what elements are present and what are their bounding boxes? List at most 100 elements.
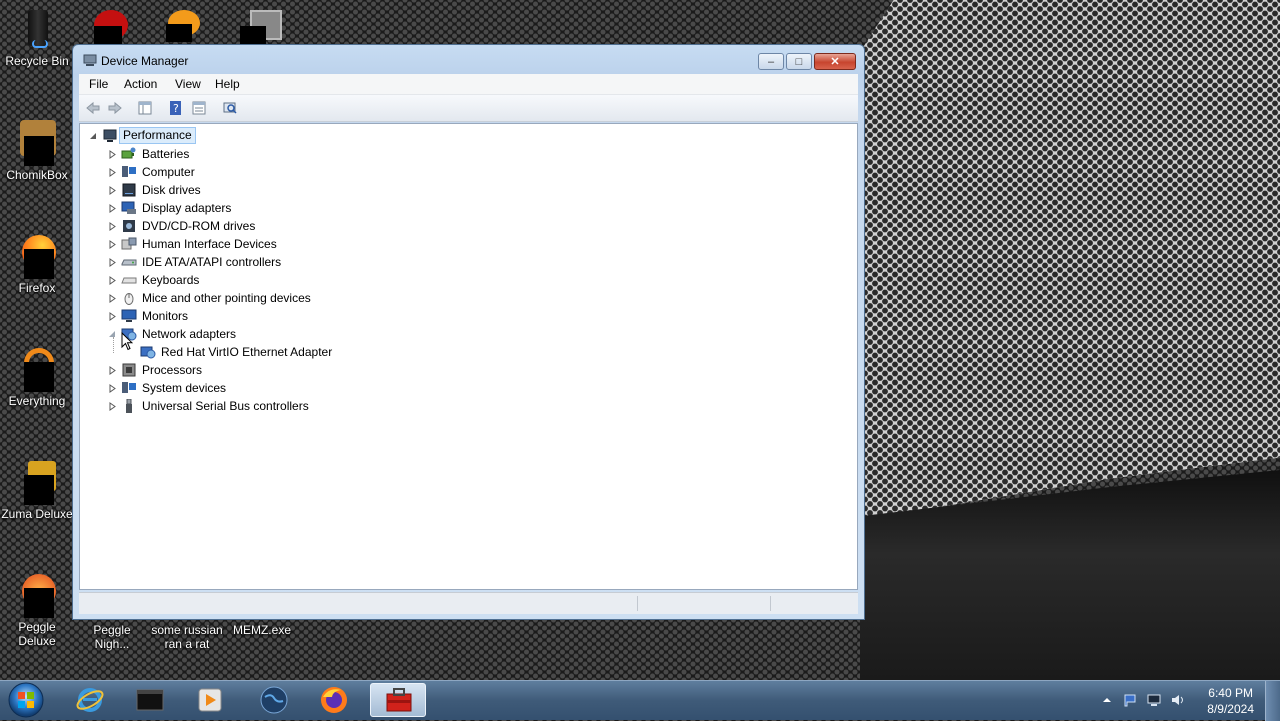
desktop-icon-top-3[interactable] <box>160 6 210 44</box>
menu-file[interactable]: File <box>89 77 108 91</box>
desktop-icon-everything[interactable]: Everything <box>0 346 74 408</box>
action-center-flag-icon[interactable] <box>1123 693 1137 707</box>
window-title: Device Manager <box>101 54 189 68</box>
system-clock[interactable]: 6:40 PM 8/9/2024 <box>1207 685 1254 717</box>
desktop-icon-peggle-nights[interactable]: Peggle Nigh... <box>76 623 148 651</box>
back-icon[interactable] <box>85 100 101 116</box>
tree-root-label: Performance <box>119 127 196 144</box>
expand-arrow-icon[interactable] <box>108 276 117 285</box>
keyboard-icon <box>121 277 137 284</box>
network-icon[interactable] <box>1147 693 1161 707</box>
monitor-icon <box>121 309 137 322</box>
desktop-icon-zuma-deluxe[interactable]: Zuma Deluxe <box>0 459 74 521</box>
system-device-icon <box>122 382 136 393</box>
taskbar-firefox[interactable] <box>306 683 362 717</box>
taskbar: 6:40 PM 8/9/2024 <box>0 680 1280 721</box>
device-manager-icon <box>83 54 97 66</box>
desktop-icon-peggle-deluxe[interactable]: Peggle Deluxe <box>0 572 74 648</box>
tree-node[interactable]: Batteries <box>80 145 380 163</box>
internet-explorer-icon <box>76 688 104 712</box>
expand-arrow-icon[interactable] <box>108 402 117 411</box>
expand-arrow-icon[interactable] <box>108 204 117 213</box>
expand-arrow-icon[interactable] <box>108 240 117 249</box>
menu-action[interactable]: Action <box>124 77 157 91</box>
scan-hardware-icon[interactable] <box>222 100 238 116</box>
everything-icon <box>14 346 60 392</box>
disk-drive-icon <box>122 183 136 197</box>
usb-icon <box>126 399 132 413</box>
taskbar-globe[interactable] <box>246 683 302 717</box>
expand-arrow-icon[interactable] <box>108 294 117 303</box>
expand-arrow-icon[interactable] <box>108 312 117 321</box>
volume-icon[interactable] <box>1171 693 1185 707</box>
desktop-icon-recycle-bin[interactable]: Recycle Bin <box>0 6 74 68</box>
desktop-icon-memz[interactable]: MEMZ.exe <box>226 623 298 637</box>
show-desktop-button[interactable] <box>1265 681 1280 721</box>
tree-node[interactable]: Computer <box>80 163 380 181</box>
status-bar <box>79 592 858 614</box>
desktop-icon-chomikbox[interactable]: ChomikBox <box>0 120 74 182</box>
properties-icon[interactable] <box>191 100 207 116</box>
tree-node[interactable]: Display adapters <box>80 199 380 217</box>
firefox-icon <box>321 687 347 713</box>
tree-root[interactable]: Performance <box>80 127 340 145</box>
mouse-cursor-icon <box>121 332 133 351</box>
tree-node[interactable]: System devices <box>80 379 380 397</box>
svg-text:?: ? <box>173 102 179 115</box>
tree-node[interactable]: Keyboards <box>80 271 380 289</box>
computer-icon <box>122 166 136 177</box>
expand-arrow-icon[interactable] <box>108 366 117 375</box>
close-button[interactable]: ✕ <box>814 53 856 70</box>
tree-node[interactable]: Human Interface Devices <box>80 235 380 253</box>
peggle-icon <box>14 572 60 618</box>
expand-arrow-icon[interactable] <box>108 150 117 159</box>
network-adapter-icon <box>140 346 156 359</box>
menu-view[interactable]: View <box>175 77 201 91</box>
firefox-icon <box>14 233 60 279</box>
tree-node[interactable]: Mice and other pointing devices <box>80 289 380 307</box>
computer-icon <box>103 129 117 142</box>
tree-node[interactable]: IDE ATA/ATAPI controllers <box>80 253 380 271</box>
taskbar-device-manager[interactable] <box>370 683 426 717</box>
toolbar: ? <box>79 95 858 122</box>
desktop-icon-russian-rat[interactable]: some russian ran a rat <box>148 623 226 651</box>
expand-arrow-icon[interactable] <box>108 168 117 177</box>
media-player-icon <box>198 688 222 712</box>
zuma-icon <box>14 459 60 505</box>
forward-icon[interactable] <box>107 100 123 116</box>
processor-icon <box>122 363 136 377</box>
expand-arrow-icon[interactable] <box>108 384 117 393</box>
start-button[interactable] <box>6 682 46 719</box>
desktop-wallpaper-light <box>860 0 1280 520</box>
tree-node[interactable]: Monitors <box>80 307 380 325</box>
hid-icon <box>121 237 137 250</box>
device-manager-window: Device Manager – □ ✕ File Action View He… <box>72 44 865 620</box>
terminal-icon <box>136 689 164 711</box>
expand-arrow-icon[interactable] <box>108 186 117 195</box>
tree-node[interactable]: Universal Serial Bus controllers <box>80 397 380 415</box>
expand-arrow-icon[interactable] <box>108 222 117 231</box>
tree-node[interactable]: Processors <box>80 361 380 379</box>
show-hide-console-tree-icon[interactable] <box>137 100 153 116</box>
recycle-bin-icon <box>14 6 60 52</box>
display-adapter-icon <box>121 201 136 214</box>
battery-icon <box>121 147 136 159</box>
desktop-icon-top-4[interactable] <box>238 8 288 44</box>
device-tree: Performance Batteries Computer Disk driv… <box>79 123 858 590</box>
taskbar-terminal[interactable] <box>122 683 178 717</box>
show-hidden-icons-icon[interactable] <box>1100 693 1114 707</box>
menu-help[interactable]: Help <box>215 77 240 91</box>
desktop-icon-firefox[interactable]: Firefox <box>0 233 74 295</box>
taskbar-internet-explorer[interactable] <box>62 683 118 717</box>
help-icon[interactable]: ? <box>168 100 184 116</box>
expand-arrow-icon[interactable] <box>108 258 117 267</box>
desktop-icon-top-2[interactable] <box>88 10 134 44</box>
dvd-drive-icon <box>123 220 135 232</box>
tree-node[interactable]: Disk drives <box>80 181 380 199</box>
minimize-button[interactable]: – <box>758 53 784 70</box>
tree-node[interactable]: DVD/CD-ROM drives <box>80 217 380 235</box>
collapse-arrow-icon[interactable] <box>89 132 98 141</box>
maximize-button[interactable]: □ <box>786 53 812 70</box>
taskbar-media-player[interactable] <box>182 683 238 717</box>
mouse-icon <box>124 293 134 305</box>
